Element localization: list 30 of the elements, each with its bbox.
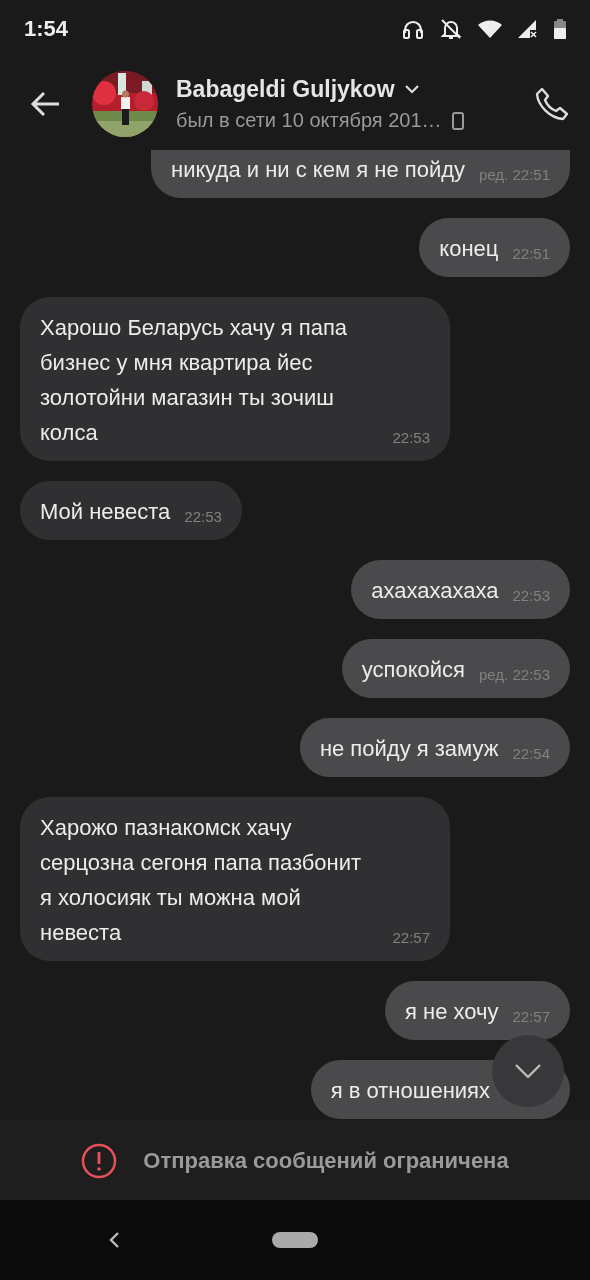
message-text: успокойся <box>361 656 465 684</box>
message-text: ахахахахаха <box>371 577 499 605</box>
signal-icon <box>518 20 538 38</box>
wifi-icon <box>478 20 502 38</box>
call-icon[interactable] <box>534 86 570 122</box>
warning-icon <box>81 1143 118 1179</box>
last-seen-status: был в сети 10 октября 201… <box>176 109 442 132</box>
battery-icon <box>554 19 566 39</box>
message-text: никуда и ни с кем я не пойду <box>171 156 465 184</box>
message-time: 22:53 <box>184 507 222 527</box>
chevron-down-icon[interactable] <box>404 85 419 94</box>
message-text: Харошо Беларусь хачу я папа бизнес у мня квартира йес золотойни магазин ты зочиш колса <box>40 314 349 447</box>
contact-name[interactable]: Babageldi Guljykow <box>176 76 395 103</box>
message-time: 22:57 <box>392 928 430 948</box>
chevron-down-icon <box>515 1064 541 1078</box>
home-pill[interactable] <box>272 1232 318 1248</box>
phone-device-icon <box>451 111 464 130</box>
message-text: Харожо пазнакомск хачу серцозна сегоня папа пазбонит я холосияк ты можна мой невеста <box>40 814 363 947</box>
restriction-notice: Отправка сообщений ограничена <box>143 1148 509 1174</box>
message-text: конец <box>439 235 499 263</box>
message-text: Мой невеста <box>40 498 171 526</box>
message-text: я не хочу <box>404 998 499 1026</box>
status-time: 1:54 <box>24 16 69 42</box>
message-time: 22:53 <box>392 428 430 448</box>
back-arrow-icon[interactable] <box>30 91 60 117</box>
message-text: я в отношениях <box>330 1077 490 1105</box>
back-nav-icon[interactable] <box>108 1231 120 1249</box>
headphones-icon <box>402 19 424 39</box>
muted-bell-icon <box>440 18 462 40</box>
message-text: не пойду я замуж <box>319 735 499 763</box>
